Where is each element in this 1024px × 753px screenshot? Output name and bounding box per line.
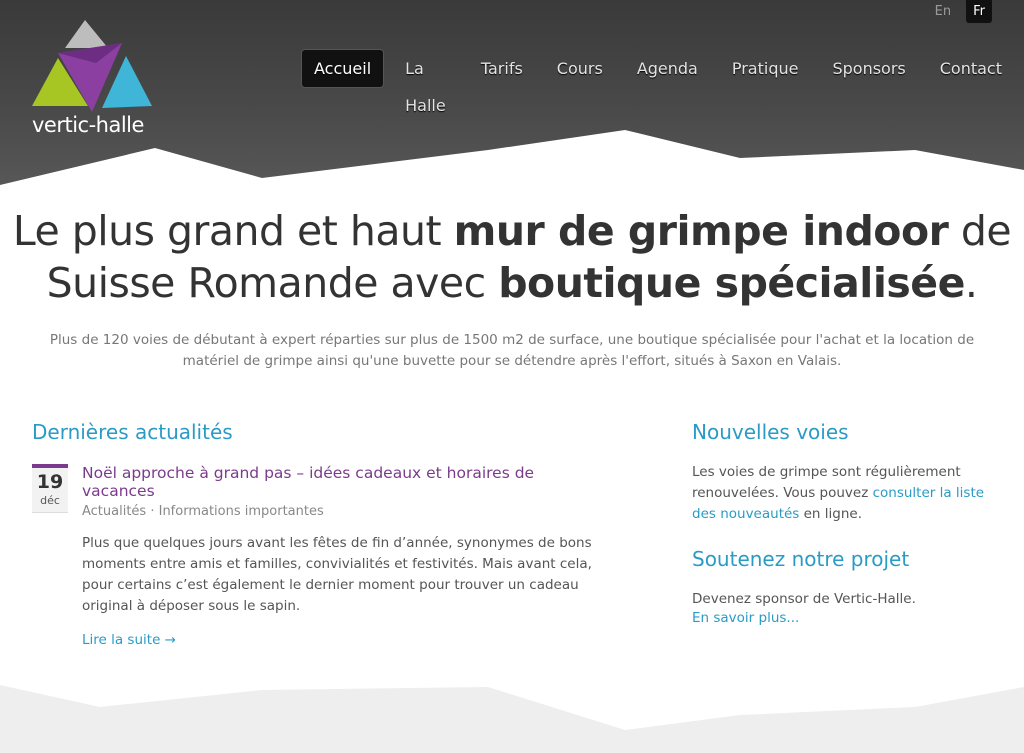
- nav-contact[interactable]: Contact: [928, 50, 1014, 87]
- support-section: Soutenez notre projet Devenez sponsor de…: [692, 547, 992, 626]
- sidebar: Nouvelles voies Les voies de grimpe sont…: [692, 420, 992, 626]
- site-header: vertic-halle En Fr Accueil La Halle Tari…: [0, 0, 1024, 195]
- logo-wordmark: vertic-halle: [32, 113, 144, 137]
- site-logo[interactable]: vertic-halle: [30, 18, 158, 138]
- nav-agenda[interactable]: Agenda: [625, 50, 710, 87]
- nav-accueil[interactable]: Accueil: [302, 50, 384, 87]
- nav-cours[interactable]: Cours: [545, 50, 615, 87]
- hero-text: Suisse Romande avec: [46, 259, 499, 307]
- footer-mountain-band: [0, 685, 1024, 753]
- post-body: Noël approche à grand pas – idées cadeau…: [82, 464, 592, 648]
- hero-text: Le plus grand et haut: [12, 207, 454, 255]
- routes-heading: Nouvelles voies: [692, 420, 849, 444]
- lang-en[interactable]: En: [928, 0, 958, 23]
- lang-fr[interactable]: Fr: [966, 0, 992, 23]
- date-month: déc: [40, 494, 60, 507]
- nav-sponsors[interactable]: Sponsors: [820, 50, 917, 87]
- date-day: 19: [36, 471, 64, 493]
- main-nav: Accueil La Halle Tarifs Cours Agenda Pra…: [302, 50, 1024, 115]
- read-more-link[interactable]: Lire la suite →: [82, 632, 176, 648]
- hero-headline: Le plus grand et haut mur de grimpe indo…: [0, 205, 1024, 309]
- hero-emphasis: boutique spécialisée: [498, 259, 965, 307]
- support-text: Devenez sponsor de Vertic-Halle.: [692, 591, 916, 607]
- post-excerpt: Plus que quelques jours avant les fêtes …: [82, 535, 592, 614]
- news-heading: Dernières actualités: [32, 420, 233, 444]
- language-switcher: En Fr: [928, 0, 992, 23]
- support-heading: Soutenez notre projet: [692, 547, 910, 571]
- date-badge: 19 déc: [32, 464, 68, 513]
- nav-la-halle[interactable]: La Halle: [393, 50, 459, 115]
- hero-text: .: [964, 259, 978, 307]
- nav-pratique[interactable]: Pratique: [720, 50, 811, 87]
- routes-text-b: en ligne.: [799, 506, 862, 522]
- nav-tarifs[interactable]: Tarifs: [469, 50, 535, 87]
- post-title-link[interactable]: Noël approche à grand pas – idées cadeau…: [82, 464, 592, 500]
- hero-text: de: [948, 207, 1012, 255]
- news-post: 19 déc Noël approche à grand pas – idées…: [32, 464, 592, 648]
- routes-text: Les voies de grimpe sont régulièrement r…: [692, 462, 992, 525]
- post-categories[interactable]: Actualités · Informations importantes: [82, 504, 592, 519]
- intro-paragraph: Plus de 120 voies de débutant à expert r…: [49, 332, 975, 369]
- support-more-link[interactable]: En savoir plus...: [692, 610, 992, 626]
- hero-emphasis: mur de grimpe indoor: [453, 207, 949, 255]
- news-section: Dernières actualités 19 déc Noël approch…: [32, 420, 592, 648]
- logo-triangle-icon: [32, 20, 152, 112]
